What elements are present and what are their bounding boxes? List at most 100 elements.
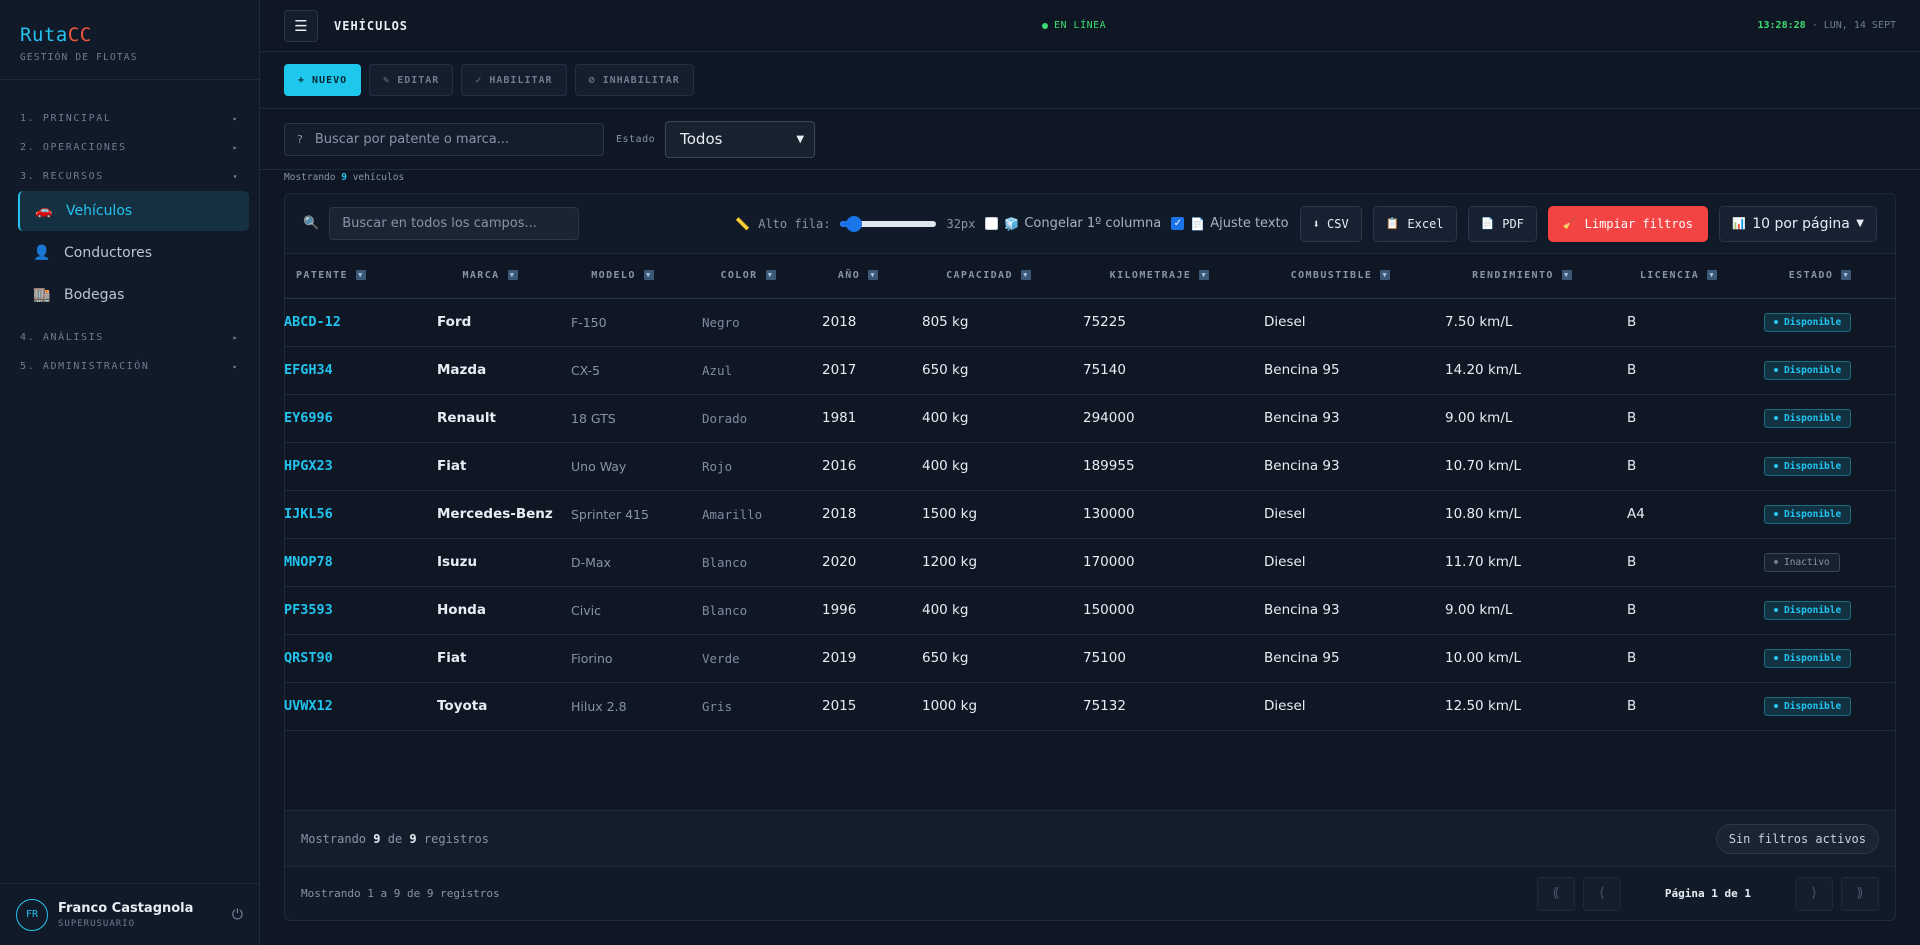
sidebar-item-vehiculos[interactable]: 🚗 Vehículos bbox=[18, 191, 249, 231]
table-row[interactable]: EY6996 Renault 18 GTS Dorado 1981 400 kg 29400… bbox=[284, 394, 1896, 443]
filter-icon[interactable]: ▼ bbox=[1561, 270, 1572, 281]
cell-patente: PF3593 bbox=[284, 586, 423, 635]
column-header-rendimiento[interactable]: RENDIMIENTO ▼ bbox=[1431, 254, 1613, 299]
wrap-checkbox[interactable]: ✓ bbox=[1171, 217, 1185, 230]
nav-section-principal[interactable]: 1. PRINCIPAL ▸ bbox=[0, 104, 259, 133]
pagination-controls: ⟪ ⟨ Página 1 de 1 ⟩ ⟫ bbox=[1529, 876, 1879, 911]
ruler-icon: 📏 bbox=[735, 216, 751, 231]
table-row[interactable]: EFGH34 Mazda CX-5 Azul 2017 650 kg 75140 Bencin… bbox=[284, 346, 1896, 395]
filter-icon[interactable]: ▼ bbox=[1199, 270, 1210, 281]
export-pdf-button[interactable]: 📄 PDF bbox=[1467, 205, 1537, 242]
table-row[interactable]: HPGX23 Fiat Uno Way Rojo 2016 400 kg 189955 Ben… bbox=[284, 442, 1896, 491]
status-badge: Disponible bbox=[1764, 696, 1852, 716]
column-header-label: AÑO bbox=[837, 270, 861, 282]
table-row[interactable]: UVWX12 Toyota Hilux 2.8 Gris 2015 1000 kg 7513… bbox=[284, 682, 1896, 731]
column-header-capacidad[interactable]: CAPACIDAD ▼ bbox=[908, 254, 1069, 299]
cell-color: Amarillo bbox=[688, 490, 808, 539]
power-icon[interactable]: ⏻ bbox=[232, 907, 243, 923]
export-csv-button[interactable]: ⬇ CSV bbox=[1299, 205, 1362, 242]
next-page-button[interactable]: ⟩ bbox=[1795, 876, 1833, 911]
status-text: Disponible bbox=[1784, 316, 1842, 328]
freeze-column-toggle[interactable]: 🧊 Congelar 1º columna bbox=[985, 216, 1161, 231]
search-input[interactable] bbox=[314, 131, 575, 147]
cell-anio: 2016 bbox=[808, 442, 908, 491]
filter-icon[interactable]: ▼ bbox=[868, 270, 879, 281]
freeze-checkbox[interactable] bbox=[985, 217, 999, 230]
column-header-patente[interactable]: PATENTE ▼ bbox=[284, 254, 423, 299]
estado-select[interactable]: Todos ▼ bbox=[665, 120, 816, 158]
first-page-button[interactable]: ⟪ bbox=[1536, 876, 1575, 911]
warehouse-icon: 🏬 bbox=[33, 287, 51, 303]
export-excel-button[interactable]: 📋 Excel bbox=[1372, 205, 1457, 242]
chart-icon: 📊 bbox=[1732, 217, 1746, 230]
table-row[interactable]: MNOP78 Isuzu D-Max Blanco 2020 1200 kg 170000 D… bbox=[284, 538, 1896, 587]
new-button[interactable]: + NUEVO bbox=[284, 64, 362, 96]
menu-toggle-button[interactable]: ☰ bbox=[284, 9, 318, 42]
status-dot-icon bbox=[1774, 512, 1778, 517]
filter-icon[interactable]: ▼ bbox=[765, 270, 776, 281]
clear-filters-button[interactable]: 🧹 Limpiar filtros bbox=[1547, 205, 1708, 242]
edit-button[interactable]: ✎ EDITAR bbox=[369, 64, 454, 96]
row-height-slider[interactable] bbox=[840, 215, 937, 232]
cell-km: 189955 bbox=[1069, 442, 1250, 491]
nav-section-operaciones[interactable]: 2. OPERACIONES ▸ bbox=[0, 133, 259, 162]
column-header-combustible[interactable]: COMBUSTIBLE ▼ bbox=[1250, 254, 1431, 299]
cell-combustible: Diesel bbox=[1250, 490, 1431, 539]
cell-estado: Disponible bbox=[1744, 394, 1896, 443]
slider-handle[interactable] bbox=[846, 215, 863, 232]
nav-section-recursos[interactable]: 3. RECURSOS ▾ bbox=[0, 162, 259, 191]
column-header-marca[interactable]: MARCA ▼ bbox=[423, 254, 557, 299]
column-header-licencia[interactable]: LICENCIA ▼ bbox=[1613, 254, 1744, 299]
column-header-estado[interactable]: ESTADO ▼ bbox=[1744, 254, 1896, 299]
cell-anio: 1981 bbox=[808, 394, 908, 443]
cell-licencia: A4 bbox=[1613, 490, 1744, 539]
page-size-select[interactable]: 📊 10 por página ▼ bbox=[1719, 205, 1877, 242]
status-dot-icon bbox=[1774, 560, 1778, 565]
enable-button[interactable]: ✓ HABILITAR bbox=[461, 64, 567, 96]
wrap-text-toggle[interactable]: ✓ 📄 Ajuste texto bbox=[1171, 216, 1289, 231]
cell-licencia: B bbox=[1613, 394, 1744, 443]
table-row[interactable]: ABCD-12 Ford F-150 Negro 2018 805 kg 75225 Dies… bbox=[284, 298, 1896, 347]
column-header-modelo[interactable]: MODELO ▼ bbox=[557, 254, 688, 299]
filter-icon[interactable]: ▼ bbox=[355, 270, 366, 281]
cell-estado: Inactivo bbox=[1744, 538, 1896, 587]
nav-section-administracion[interactable]: 5. ADMINISTRACIÓN ▸ bbox=[0, 352, 259, 381]
nav-section-analisis[interactable]: 4. ANÁLISIS ▸ bbox=[0, 323, 259, 352]
sidebar-item-bodegas[interactable]: 🏬 Bodegas bbox=[18, 275, 249, 315]
cell-km: 170000 bbox=[1069, 538, 1250, 587]
cell-color: Dorado bbox=[688, 394, 808, 443]
table-row[interactable]: IJKL56 Mercedes-Benz Sprinter 415 Amarillo 2… bbox=[284, 490, 1896, 539]
column-header-km[interactable]: KILOMETRAJE ▼ bbox=[1069, 254, 1250, 299]
sidebar-item-conductores[interactable]: 👤 Conductores bbox=[18, 233, 249, 273]
estado-select-value: Todos bbox=[680, 130, 723, 148]
table-row[interactable]: QRST90 Fiat Fiorino Verde 2019 650 kg 75100 Ben… bbox=[284, 634, 1896, 683]
disable-button[interactable]: ⊘ INHABILITAR bbox=[574, 64, 694, 96]
cell-patente: EFGH34 bbox=[284, 346, 423, 395]
vehicle-count: Mostrando 9 vehículos bbox=[284, 172, 404, 183]
last-page-button[interactable]: ⟫ bbox=[1841, 876, 1879, 911]
column-header-anio[interactable]: AÑO ▼ bbox=[808, 254, 908, 299]
grid-search-input[interactable] bbox=[342, 216, 567, 231]
avatar[interactable]: FR bbox=[16, 898, 48, 931]
cell-combustible: Bencina 93 bbox=[1250, 394, 1431, 443]
cell-estado: Disponible bbox=[1744, 586, 1896, 635]
page-label-prefix: Página bbox=[1664, 887, 1705, 900]
filter-icon[interactable]: ▼ bbox=[1841, 270, 1852, 281]
table-row[interactable]: PF3593 Honda Civic Blanco 1996 400 kg 150000 Be… bbox=[284, 586, 1896, 635]
cell-anio: 2018 bbox=[808, 490, 908, 539]
cell-marca: Ford bbox=[423, 298, 557, 347]
status-badge: Disponible bbox=[1764, 456, 1852, 476]
brand-logo[interactable]: RutaCC bbox=[20, 24, 239, 46]
column-header-color[interactable]: COLOR ▼ bbox=[688, 254, 808, 299]
prev-page-button[interactable]: ⟨ bbox=[1582, 876, 1621, 911]
filter-icon[interactable]: ▼ bbox=[1707, 270, 1718, 281]
filter-icon[interactable]: ▼ bbox=[1020, 270, 1031, 281]
filter-icon[interactable]: ▼ bbox=[1380, 270, 1391, 281]
cell-color: Verde bbox=[688, 634, 808, 683]
filter-icon[interactable]: ▼ bbox=[643, 270, 654, 281]
filter-icon[interactable]: ▼ bbox=[507, 270, 518, 281]
cell-licencia: B bbox=[1613, 538, 1744, 587]
sidebar-nav: 1. PRINCIPAL ▸ 2. OPERACIONES ▸ 3. RECURSO… bbox=[0, 80, 259, 381]
file-icon: 📄 bbox=[1480, 217, 1495, 230]
status-text: EN LÍNEA bbox=[1054, 20, 1107, 31]
